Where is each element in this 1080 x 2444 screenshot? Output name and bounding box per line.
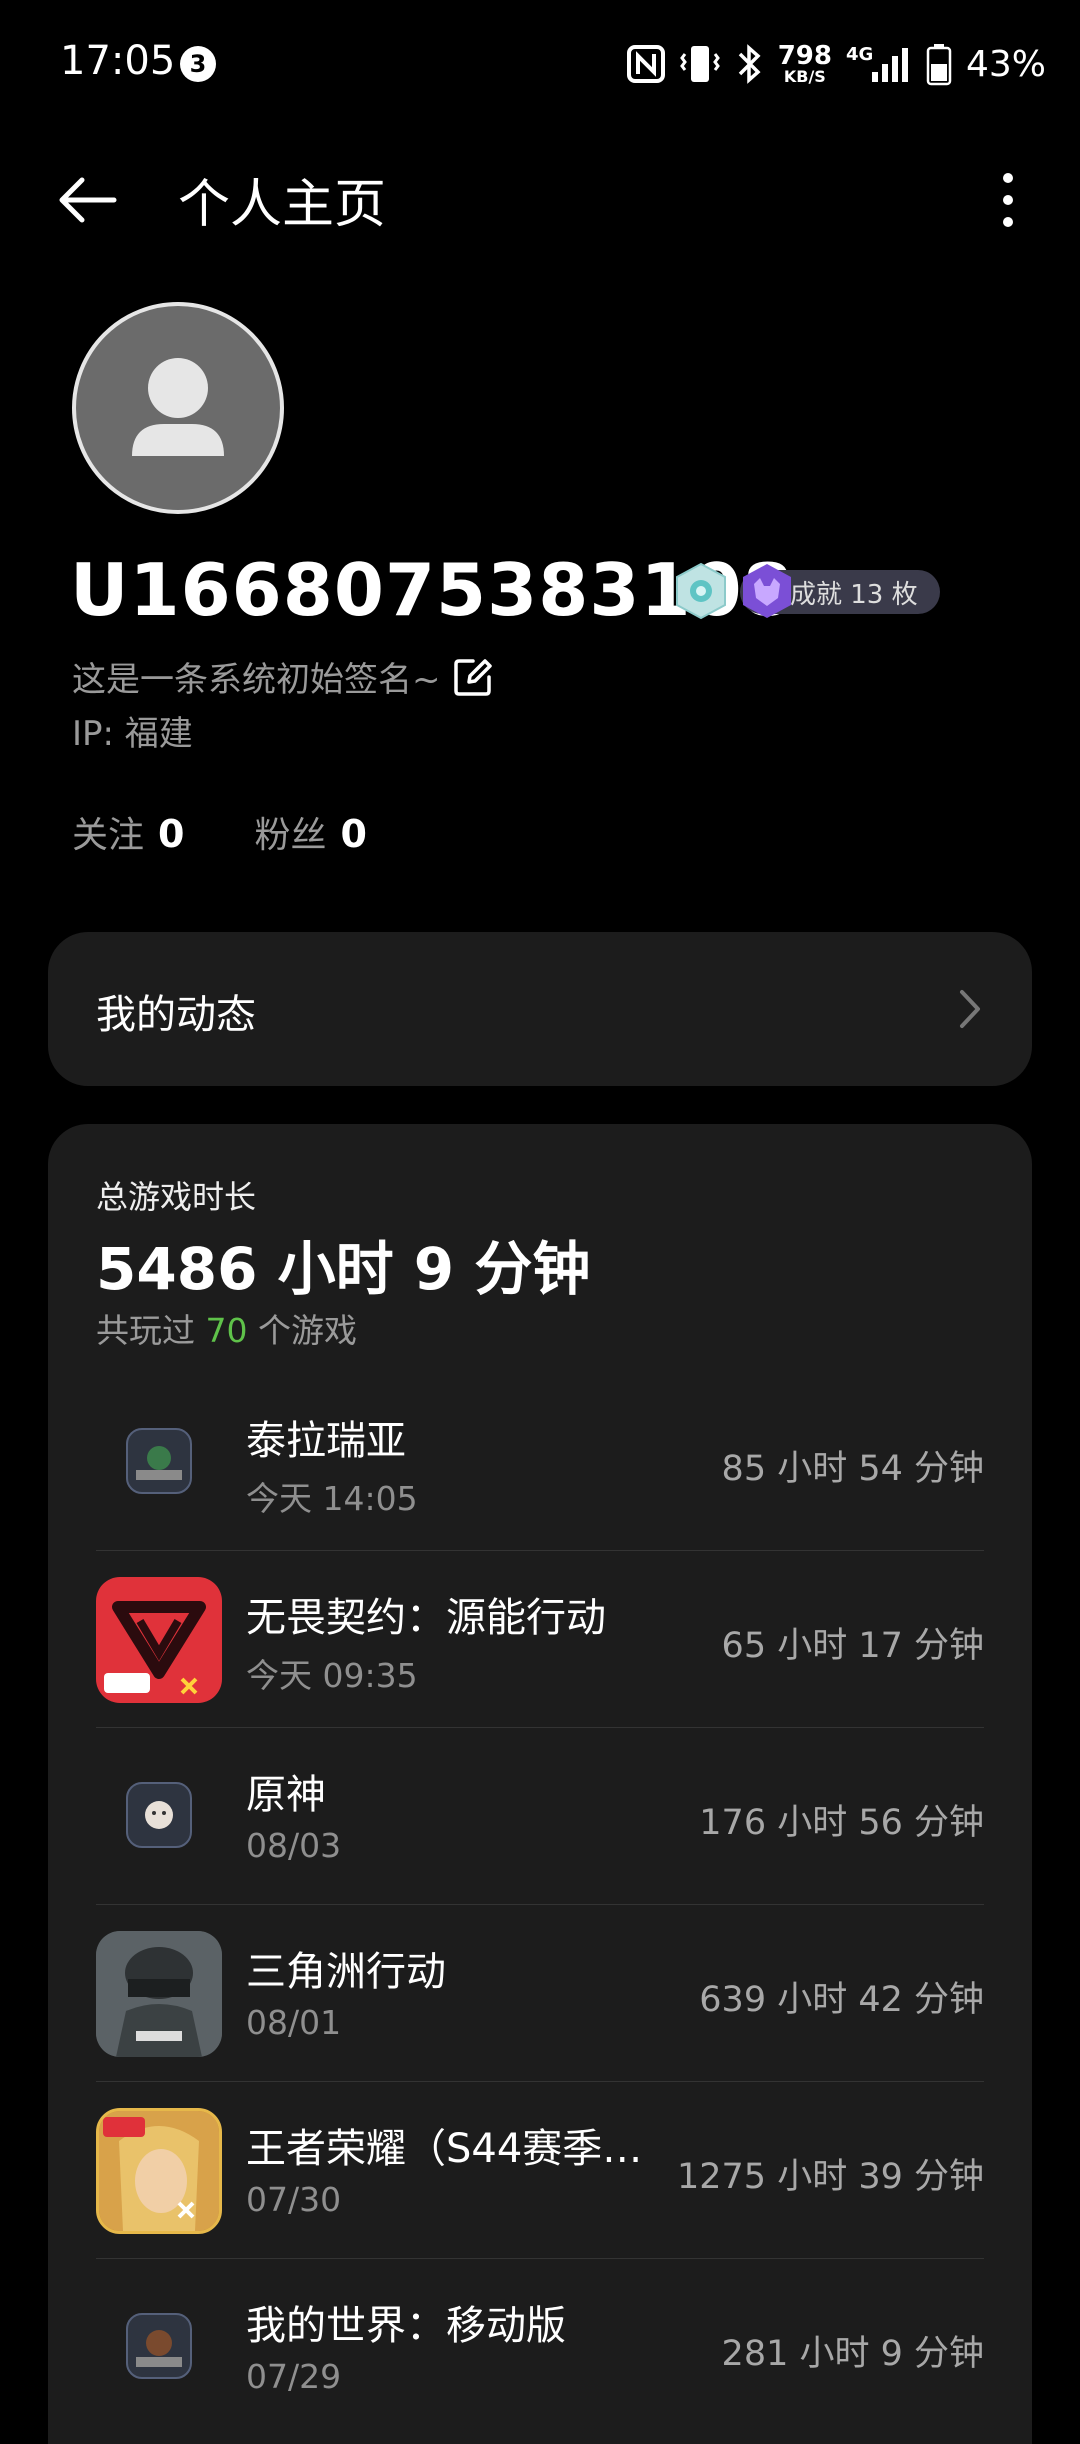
game-last-played: 08/03 <box>246 1826 342 1865</box>
delta-force-icon <box>96 1931 222 2057</box>
my-posts-label: 我的动态 <box>96 992 256 1038</box>
game-row-valorant-mobile[interactable]: 无畏契约：源能行动 今天 09:35 65 小时 17 分钟 <box>96 1551 984 1728</box>
achievement-label: 成就 13 枚 <box>790 579 918 610</box>
follow-stats: 关注 0 粉丝 0 <box>72 806 367 858</box>
playtime-total: 5486 小时 9 分钟 <box>96 1235 591 1303</box>
battery-percent: 43% <box>965 43 1046 85</box>
game-name: 三角洲行动 <box>246 1949 446 1995</box>
cellular-signal: 4G <box>846 42 912 86</box>
signal-icon <box>871 48 908 82</box>
game-name: 王者荣耀（S44赛季… <box>246 2126 643 2172</box>
user-icon <box>132 358 224 456</box>
game-name: 我的世界：移动版 <box>246 2303 566 2349</box>
vibrate-icon <box>679 46 720 82</box>
playtime-card: 总游戏时长 5486 小时 9 分钟 共玩过 70 个游戏 泰拉瑞亚 今天 14… <box>48 1124 1032 2444</box>
game-last-played: 今天 14:05 <box>246 1479 418 1518</box>
edit-icon[interactable] <box>451 655 495 699</box>
arrow-left-icon <box>59 177 117 223</box>
followers-stat[interactable]: 粉丝 0 <box>254 806 366 858</box>
honor-of-kings-icon <box>96 2108 222 2234</box>
game-list: 泰拉瑞亚 今天 14:05 85 小时 54 分钟 无畏契约：源能行动 今天 0… <box>96 1374 984 2435</box>
game-last-played: 07/29 <box>246 2357 342 2396</box>
chevron-right-icon <box>960 990 980 1028</box>
minecraft-icon <box>126 2313 192 2379</box>
game-row-delta-force[interactable]: 三角洲行动 08/01 639 小时 42 分钟 <box>96 1905 984 2082</box>
avatar[interactable] <box>72 302 284 514</box>
game-row-terraria[interactable]: 泰拉瑞亚 今天 14:05 85 小时 54 分钟 <box>96 1374 984 1551</box>
more-vertical-icon <box>1003 173 1013 227</box>
valorant-mobile-icon <box>96 1577 222 1703</box>
back-button[interactable] <box>52 160 132 240</box>
game-row-honor-of-kings[interactable]: 王者荣耀（S44赛季… 07/30 1275 小时 39 分钟 <box>96 2082 984 2259</box>
game-playtime: 176 小时 56 分钟 <box>699 1803 984 1843</box>
nfc-icon <box>626 45 665 83</box>
achievement-icon <box>738 562 796 620</box>
game-playtime: 639 小时 42 分钟 <box>699 1980 984 2020</box>
notification-badge: 3 <box>180 46 216 82</box>
game-playtime: 65 小时 17 分钟 <box>721 1626 984 1666</box>
game-playtime: 281 小时 9 分钟 <box>721 2334 984 2374</box>
page-title: 个人主页 <box>178 175 387 235</box>
status-icons: 798 KB/S 4G 43% <box>626 40 1046 88</box>
game-name: 泰拉瑞亚 <box>246 1418 406 1464</box>
terraria-icon <box>126 1428 192 1494</box>
ip-location: IP: 福建 <box>72 714 193 754</box>
signature-text: 这是一条系统初始签名~ <box>72 660 441 700</box>
my-posts-card[interactable]: 我的动态 <box>48 932 1032 1086</box>
playtime-label: 总游戏时长 <box>96 1178 257 1216</box>
level-badge-icon[interactable] <box>672 562 730 620</box>
game-playtime: 1275 小时 39 分钟 <box>677 2157 984 2197</box>
game-name: 原神 <box>246 1772 326 1818</box>
signature[interactable]: 这是一条系统初始签名~ <box>72 652 495 701</box>
games-played-count: 共玩过 70 个游戏 <box>96 1311 357 1350</box>
more-options-button[interactable] <box>968 160 1048 240</box>
status-bar: 17:05 3 798 KB/S 4G 43% <box>0 0 1080 130</box>
status-time: 17:05 <box>60 38 176 84</box>
network-speed: 798 KB/S <box>777 41 832 86</box>
game-name: 无畏契约：源能行动 <box>246 1595 606 1641</box>
genshin-icon <box>126 1782 192 1848</box>
game-last-played: 08/01 <box>246 2003 342 2042</box>
game-last-played: 今天 09:35 <box>246 1656 418 1695</box>
game-last-played: 07/30 <box>246 2180 342 2219</box>
game-playtime: 85 小时 54 分钟 <box>721 1449 984 1489</box>
battery-icon <box>926 44 952 86</box>
game-row-genshin[interactable]: 原神 08/03 176 小时 56 分钟 <box>96 1728 984 1905</box>
bluetooth-icon <box>738 44 761 84</box>
game-row-minecraft[interactable]: 我的世界：移动版 07/29 281 小时 9 分钟 <box>96 2259 984 2435</box>
following-stat[interactable]: 关注 0 <box>72 806 184 858</box>
